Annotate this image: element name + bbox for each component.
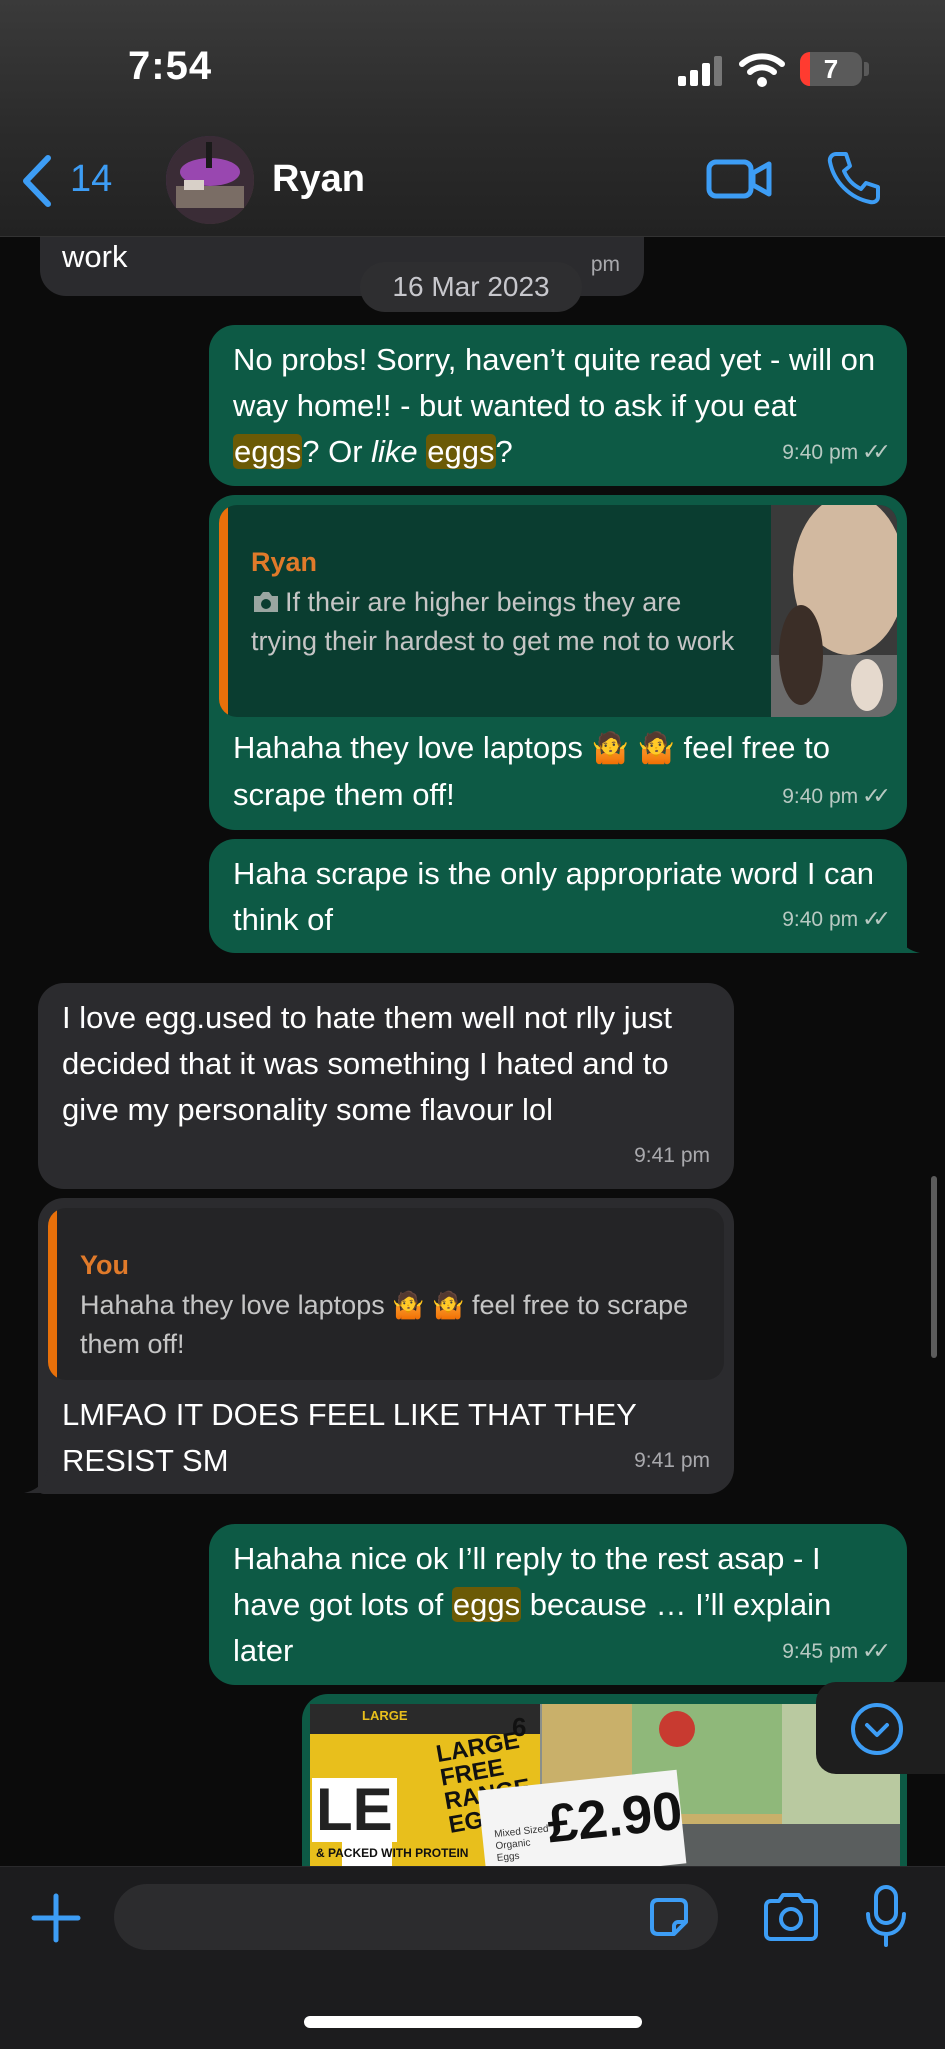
quote-sender: Ryan (251, 547, 318, 577)
avatar-photo (166, 136, 254, 224)
quote-text: If their are higher beings they are tryi… (251, 587, 735, 656)
message-input[interactable] (114, 1884, 718, 1950)
shrug-emoji: 🤷 (637, 732, 675, 765)
double-check-icon: ✓✓ (862, 906, 891, 931)
battery-icon: 7 (800, 52, 862, 86)
outgoing-reply-message[interactable]: Ryan If their are higher beings they are… (209, 495, 907, 830)
shrug-emoji: 🤷 (392, 1290, 425, 1320)
outgoing-message[interactable]: No probs! Sorry, haven’t quite read yet … (209, 325, 907, 486)
bubble-tail (24, 1466, 48, 1493)
quote-thumbnail (771, 505, 897, 717)
wifi-icon (739, 53, 785, 87)
search-highlight: eggs (451, 1587, 522, 1622)
message-time: 9:41 pm (634, 1144, 710, 1167)
quote-sender: You (80, 1250, 129, 1280)
camera-icon[interactable] (762, 1892, 820, 1942)
scrollbar[interactable] (931, 1176, 937, 1358)
message-time: 9:40 pm (782, 785, 859, 808)
message-time: 9:40 pm (782, 908, 859, 931)
sticker-icon[interactable] (646, 1894, 692, 1940)
message-text: I love egg.used to hate them well not rl… (62, 1000, 672, 1127)
shrug-emoji: 🤷 (591, 732, 629, 765)
bubble-tail (896, 926, 920, 953)
incoming-message[interactable]: I love egg.used to hate them well not rl… (38, 983, 734, 1189)
double-check-icon: ✓✓ (862, 1638, 891, 1663)
search-highlight: eggs (426, 434, 496, 469)
message-time: pm (590, 253, 620, 276)
contact-name[interactable]: Ryan (272, 158, 365, 201)
message-time: 9:40 pm (782, 441, 859, 464)
back-unread-count[interactable]: 14 (70, 158, 112, 201)
message-meta: 9:40 pm ✓✓ (782, 896, 891, 943)
double-check-icon: ✓✓ (862, 783, 891, 808)
camera-icon (254, 592, 278, 612)
phone-icon[interactable] (826, 150, 882, 206)
pack-letters: LE (312, 1778, 397, 1842)
battery-tip (864, 62, 869, 76)
message-meta: 9:40 pm ✓✓ (782, 773, 891, 820)
microphone-icon[interactable] (864, 1884, 908, 1948)
message-meta: 9:40 pm ✓✓ (782, 429, 891, 476)
battery-level: 7 (823, 54, 839, 84)
cellular-signal-icon (678, 56, 722, 86)
home-indicator (304, 2016, 642, 2028)
reply-quote[interactable]: Ryan If their are higher beings they are… (219, 505, 897, 717)
chat-header: 7:54 7 14 Ryan (0, 0, 945, 237)
avatar[interactable] (166, 136, 254, 224)
message-meta: 9:45 pm ✓✓ (782, 1628, 891, 1675)
pack-small-label: LARGE (362, 1708, 408, 1723)
message-time: 9:41 pm (634, 1449, 710, 1472)
quote-text: Hahaha they love laptops 🤷 🤷 feel free t… (80, 1286, 700, 1364)
reply-quote[interactable]: You Hahaha they love laptops 🤷 🤷 feel fr… (48, 1208, 724, 1380)
pack-side-label: & PACKED WITH PROTEIN (316, 1846, 469, 1860)
date-separator: 16 Mar 2023 (360, 262, 582, 312)
scroll-to-bottom-button[interactable] (816, 1682, 945, 1774)
incoming-reply-message[interactable]: You Hahaha they love laptops 🤷 🤷 feel fr… (38, 1198, 734, 1494)
search-highlight: eggs (233, 434, 303, 469)
message-time: 9:45 pm (782, 1640, 859, 1663)
outgoing-message[interactable]: Haha scrape is the only appropriate word… (209, 839, 907, 953)
price-value: £2.90 (544, 1780, 686, 1855)
shrug-emoji: 🤷 (432, 1290, 465, 1320)
chevron-left-icon[interactable] (18, 154, 58, 208)
outgoing-message[interactable]: Hahaha nice ok I’ll reply to the rest as… (209, 1524, 907, 1685)
plus-icon[interactable] (30, 1892, 82, 1944)
message-text: LMFAO IT DOES FEEL LIKE THAT THEY RESIST… (62, 1397, 637, 1478)
chevron-down-circle-icon (851, 1703, 903, 1755)
status-time: 7:54 (128, 44, 213, 88)
video-call-icon[interactable] (706, 156, 772, 202)
double-check-icon: ✓✓ (862, 439, 891, 464)
